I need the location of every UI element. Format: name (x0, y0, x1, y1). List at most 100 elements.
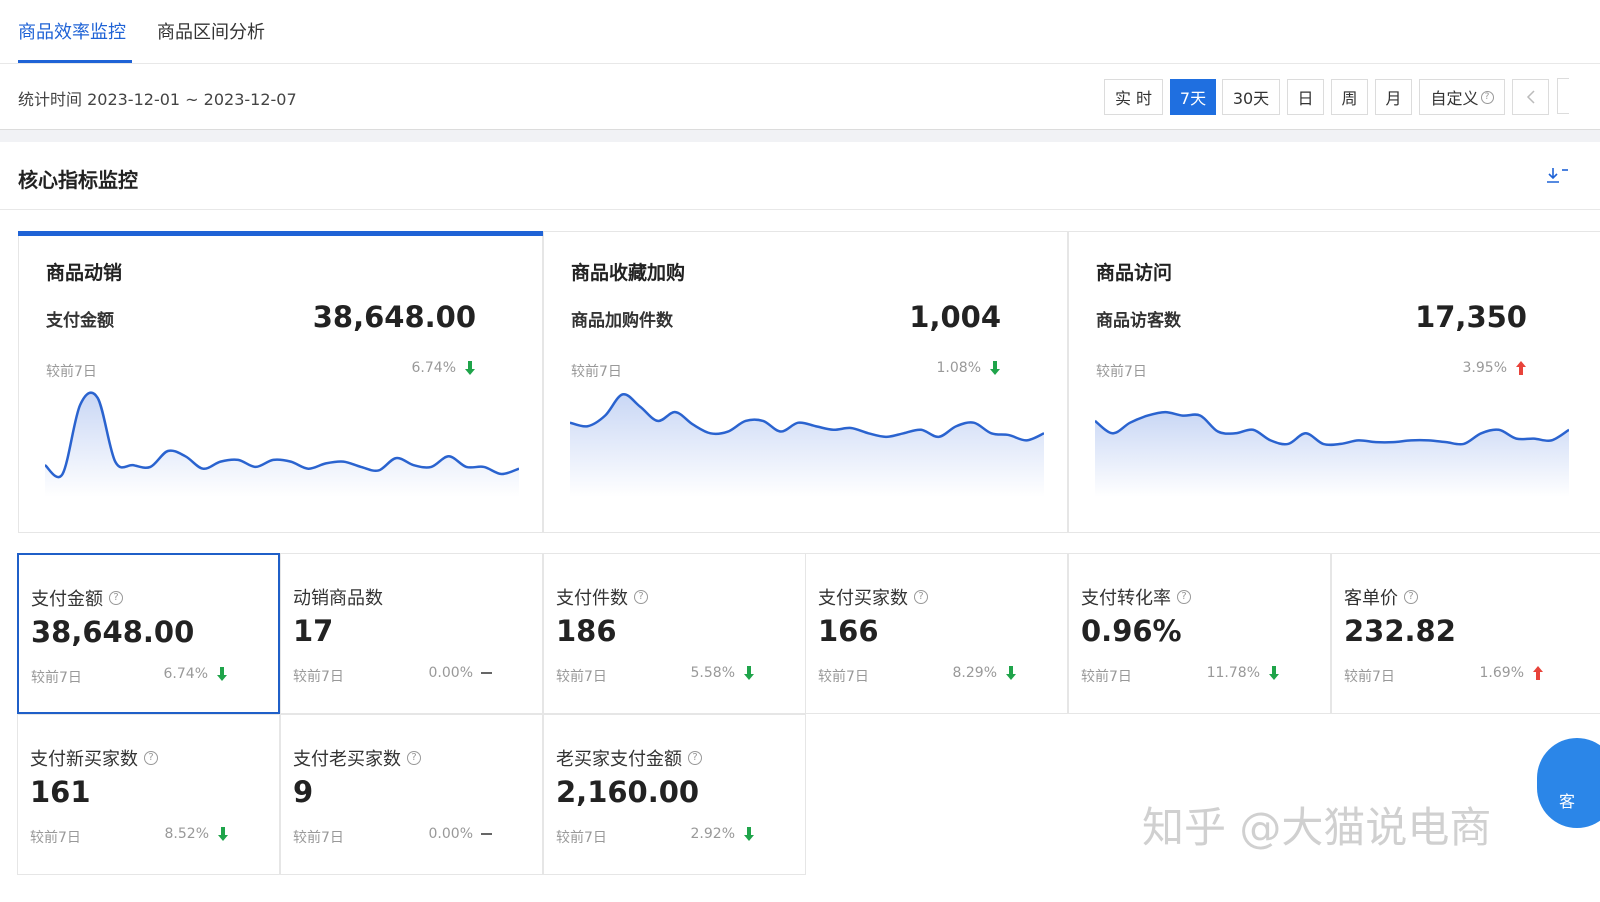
change-percent-value: 6.74% (411, 360, 456, 376)
metric-card-payment-amount[interactable]: 支付金额? 38,648.00 较前7日 6.74% (17, 553, 280, 714)
big-card-sales[interactable]: 商品动销 支付金额 38,648.00 较前7日 6.74% (18, 231, 543, 533)
download-icon[interactable] (1544, 166, 1568, 186)
metric-card-returning-buyer-amount[interactable]: 老买家支付金额? 2,160.00 较前7日 2.92% (543, 714, 806, 875)
change-percent: 0.00% (429, 826, 492, 842)
period-realtime-button[interactable]: 实 时 (1104, 79, 1163, 115)
active-tab-indicator (18, 60, 132, 63)
prev-period-button[interactable] (1512, 79, 1549, 115)
compare-label: 较前7日 (293, 669, 344, 685)
metric-label: 商品加购件数 (571, 311, 673, 331)
card-title: 商品动销 (46, 262, 123, 284)
arrow-up-icon (1516, 361, 1526, 375)
flat-dash-icon (481, 672, 492, 674)
help-icon[interactable]: ? (1177, 590, 1191, 604)
period-month-button[interactable]: 月 (1375, 79, 1412, 115)
flat-dash-icon (481, 833, 492, 835)
period-30day-button[interactable]: 30天 (1222, 79, 1280, 115)
metric-label-wrap: 动销商品数 (293, 584, 383, 610)
change-percent: 11.78% (1207, 665, 1280, 681)
tab-product-efficiency[interactable]: 商品效率监控 (18, 18, 126, 44)
help-icon[interactable]: ? (109, 591, 123, 605)
metric-label: 支付金额 (46, 311, 114, 331)
metric-label: 支付转化率 (1081, 588, 1171, 609)
sparkline-area (570, 394, 1044, 497)
change-percent: 5.58% (691, 665, 755, 681)
change-percent: 6.74% (164, 666, 228, 682)
metric-label: 支付老买家数 (293, 749, 401, 770)
core-metrics-header: 核心指标监控 (0, 142, 1600, 210)
change-percent-value: 6.74% (163, 666, 208, 682)
change-percent: 8.52% (165, 826, 229, 842)
arrow-down-icon (1006, 666, 1016, 680)
card-title: 商品收藏加购 (571, 262, 686, 284)
metric-label-wrap: 支付买家数? (818, 584, 928, 610)
help-icon[interactable]: ? (1404, 590, 1418, 604)
metric-label: 支付件数 (556, 588, 628, 609)
sparkline-chart (45, 391, 519, 497)
period-day-button[interactable]: 日 (1287, 79, 1324, 115)
metric-card-new-buyers[interactable]: 支付新买家数? 161 较前7日 8.52% (17, 714, 280, 875)
metric-label-wrap: 客单价? (1344, 584, 1418, 610)
compare-label: 较前7日 (556, 669, 607, 685)
change-percent-value: 2.92% (690, 826, 735, 842)
arrow-down-icon (990, 361, 1000, 375)
metric-value: 232.82 (1344, 614, 1456, 648)
help-icon[interactable]: ? (688, 751, 702, 765)
next-period-button-edge[interactable] (1557, 78, 1569, 114)
card-title: 商品访问 (1096, 262, 1173, 284)
metric-card-paying-buyers[interactable]: 支付买家数? 166 较前7日 8.29% (805, 553, 1068, 714)
change-percent-value: 8.29% (952, 665, 997, 681)
period-week-button[interactable]: 周 (1331, 79, 1368, 115)
arrow-down-icon (744, 666, 754, 680)
compare-label: 较前7日 (30, 830, 81, 846)
metric-card-returning-buyers[interactable]: 支付老买家数? 9 较前7日 0.00% (280, 714, 543, 875)
metric-value: 17,350 (1415, 300, 1527, 334)
metric-value: 186 (556, 614, 617, 648)
metric-label-wrap: 支付金额? (31, 585, 123, 611)
metric-value: 17 (293, 614, 334, 648)
metric-label-wrap: 支付件数? (556, 584, 648, 610)
metric-card-conversion-rate[interactable]: 支付转化率? 0.96% 较前7日 11.78% (1068, 553, 1331, 714)
sparkline-area (45, 392, 519, 497)
tab-product-range-analysis[interactable]: 商品区间分析 (157, 18, 265, 44)
change-percent-value: 0.00% (428, 665, 473, 681)
compare-label: 较前7日 (293, 830, 344, 846)
metric-label: 支付金额 (31, 589, 103, 610)
period-7day-button[interactable]: 7天 (1170, 79, 1216, 115)
metric-card-avg-order-value[interactable]: 客单价? 232.82 较前7日 1.69% (1331, 553, 1600, 714)
metric-label-wrap: 支付转化率? (1081, 584, 1191, 610)
metric-label-wrap: 支付老买家数? (293, 745, 421, 771)
divider-band (0, 130, 1600, 142)
period-custom-button[interactable]: 自定义? (1419, 79, 1505, 115)
help-icon[interactable]: ? (144, 751, 158, 765)
metric-label: 商品访客数 (1096, 311, 1181, 331)
arrow-down-icon (1269, 666, 1279, 680)
big-card-favorites-cart[interactable]: 商品收藏加购 商品加购件数 1,004 较前7日 1.08% (543, 231, 1068, 533)
big-card-visits[interactable]: 商品访问 商品访客数 17,350 较前7日 3.95% (1068, 231, 1600, 533)
metric-label: 支付新买家数 (30, 749, 138, 770)
metric-label-wrap: 老买家支付金额? (556, 745, 702, 771)
metric-card-active-products[interactable]: 动销商品数 17 较前7日 0.00% (280, 553, 543, 714)
metric-label: 支付买家数 (818, 588, 908, 609)
metric-value: 1,004 (909, 300, 1001, 334)
change-percent: 8.29% (953, 665, 1017, 681)
sparkline-chart (570, 393, 1044, 497)
help-icon[interactable]: ? (914, 590, 928, 604)
metric-value: 166 (818, 614, 879, 648)
section-title: 核心指标监控 (18, 168, 138, 192)
change-percent: 1.69% (1480, 665, 1544, 681)
change-percent: 2.92% (691, 826, 755, 842)
help-icon[interactable]: ? (407, 751, 421, 765)
change-percent-value: 1.08% (936, 360, 981, 376)
compare-label: 较前7日 (1096, 364, 1147, 380)
change-percent-value: 3.95% (1462, 360, 1507, 376)
change-percent-value: 8.52% (164, 826, 209, 842)
compare-label: 较前7日 (46, 364, 97, 380)
metric-label: 老买家支付金额 (556, 749, 682, 770)
metric-card-payment-items[interactable]: 支付件数? 186 较前7日 5.58% (543, 553, 806, 714)
metric-value: 9 (293, 775, 314, 809)
customer-service-button[interactable]: 客 (1537, 738, 1600, 828)
compare-label: 较前7日 (1081, 669, 1132, 685)
help-icon[interactable]: ? (634, 590, 648, 604)
metric-value: 2,160.00 (556, 775, 700, 809)
